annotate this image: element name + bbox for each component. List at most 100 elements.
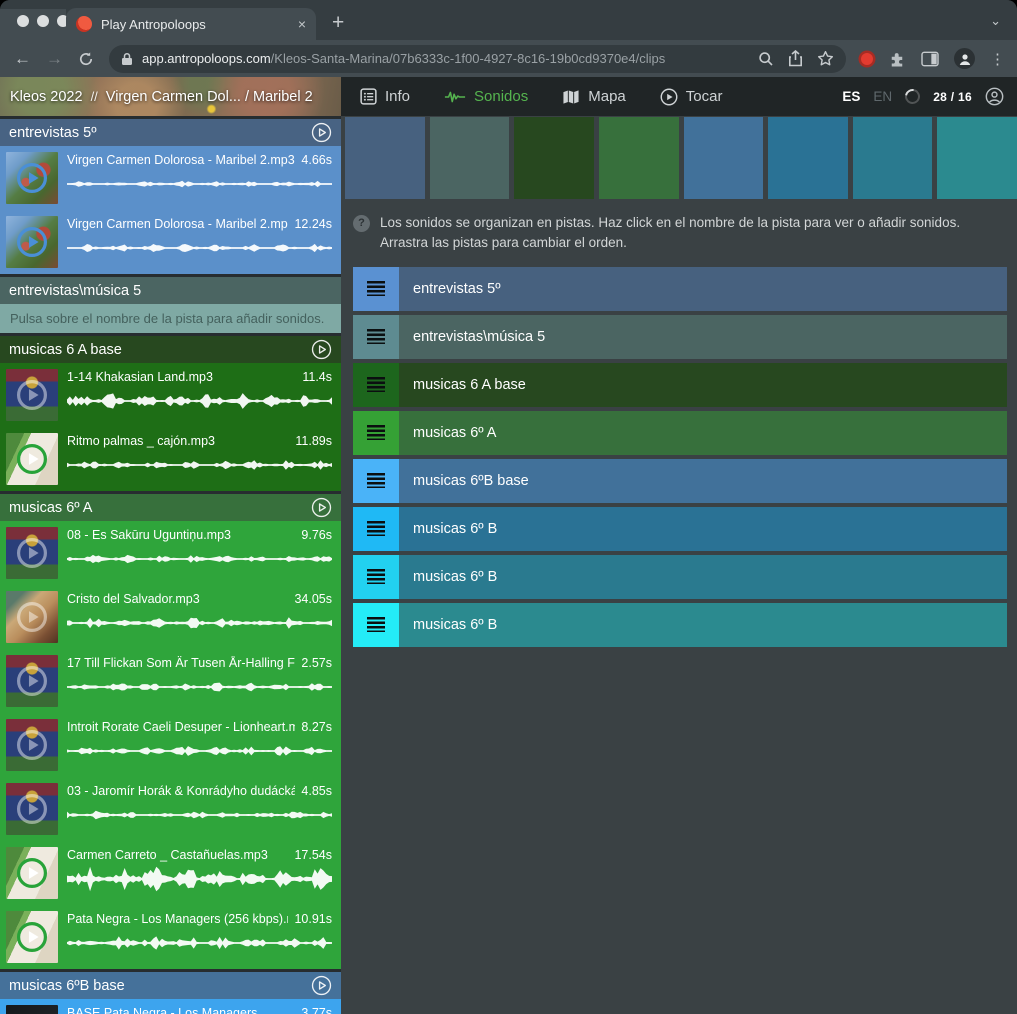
track-row[interactable]: musicas 6ºB base bbox=[353, 459, 1007, 503]
track-row-body[interactable]: musicas 6 A base bbox=[399, 363, 1007, 407]
clip-item[interactable]: Carmen Carreto _ Castañuelas.mp3 17.54s bbox=[0, 841, 341, 905]
close-tab-icon[interactable]: × bbox=[298, 17, 306, 31]
clip-play-icon[interactable] bbox=[6, 911, 58, 963]
track-row-body[interactable]: musicas 6ºB base bbox=[399, 459, 1007, 503]
close-window-button[interactable] bbox=[17, 15, 29, 27]
nav-tab-info[interactable]: Info bbox=[360, 88, 410, 105]
account-icon[interactable] bbox=[985, 87, 1004, 106]
clip-play-icon[interactable] bbox=[6, 433, 58, 485]
track-section-header[interactable]: musicas 6 A base bbox=[0, 336, 341, 363]
address-bar[interactable]: app.antropoloops.com/Kleos-Santa-Marina/… bbox=[109, 45, 846, 73]
clip-item[interactable]: Virgen Carmen Dolorosa - Maribel 2.mp3 1… bbox=[0, 210, 341, 274]
clip-play-icon[interactable] bbox=[6, 655, 58, 707]
clip-waveform bbox=[67, 738, 332, 764]
track-row[interactable]: entrevistas 5º bbox=[353, 267, 1007, 311]
lock-icon[interactable] bbox=[121, 52, 133, 66]
track-row-body[interactable]: musicas 6º B bbox=[399, 555, 1007, 599]
drag-handle[interactable] bbox=[353, 363, 399, 407]
extensions-puzzle-icon[interactable] bbox=[888, 50, 906, 68]
clip-play-icon[interactable] bbox=[6, 783, 58, 835]
clip-item[interactable]: Ritmo palmas _ cajón.mp3 11.89s bbox=[0, 427, 341, 491]
drag-handle[interactable] bbox=[353, 315, 399, 359]
track-color-swatch[interactable] bbox=[937, 117, 1017, 199]
clip-item[interactable]: 03 - Jaromír Horák & Konrádyho dudácká .… bbox=[0, 777, 341, 841]
clip-item[interactable]: Virgen Carmen Dolorosa - Maribel 2.mp3 4… bbox=[0, 146, 341, 210]
track-section-header[interactable]: entrevistas\música 5 bbox=[0, 277, 341, 304]
back-button[interactable]: ← bbox=[14, 50, 31, 67]
clip-play-icon[interactable] bbox=[6, 527, 58, 579]
window-controls[interactable] bbox=[17, 15, 69, 27]
side-panel-icon[interactable] bbox=[921, 51, 939, 67]
minimize-window-button[interactable] bbox=[37, 15, 49, 27]
browser-tab[interactable]: Play Antropoloops × bbox=[66, 8, 316, 40]
track-color-swatch[interactable] bbox=[345, 117, 425, 199]
track-row-body[interactable]: musicas 6º A bbox=[399, 411, 1007, 455]
language-en[interactable]: EN bbox=[873, 89, 892, 104]
track-row[interactable]: musicas 6 A base bbox=[353, 363, 1007, 407]
breadcrumb-path[interactable]: Virgen Carmen Dol... / Maribel 2 bbox=[106, 89, 313, 105]
clip-item[interactable]: Cristo del Salvador.mp3 34.05s bbox=[0, 585, 341, 649]
forward-button[interactable]: → bbox=[46, 50, 63, 67]
track-row[interactable]: musicas 6º B bbox=[353, 555, 1007, 599]
clip-play-icon[interactable] bbox=[6, 719, 58, 771]
zoom-search-icon[interactable] bbox=[758, 51, 774, 67]
nav-tab-tocar[interactable]: Tocar bbox=[660, 88, 723, 106]
share-icon[interactable] bbox=[788, 50, 803, 67]
reload-button[interactable] bbox=[78, 51, 94, 67]
breadcrumb-project[interactable]: Kleos 2022 bbox=[10, 89, 83, 105]
tab-search-chevron-icon[interactable]: ⌄ bbox=[990, 13, 1001, 29]
play-track-button[interactable] bbox=[311, 339, 332, 360]
track-label: musicas 6º A bbox=[413, 425, 496, 441]
track-color-swatch[interactable] bbox=[430, 117, 510, 199]
track-row-body[interactable]: musicas 6º B bbox=[399, 507, 1007, 551]
track-section: entrevistas 5º Virgen Carmen Dolorosa - … bbox=[0, 119, 341, 274]
track-color-swatch[interactable] bbox=[853, 117, 933, 199]
clip-item[interactable]: Introit Rorate Caeli Desuper - Lionheart… bbox=[0, 713, 341, 777]
clip-item[interactable]: BASE Pata Negra - Los Managers 3.77s bbox=[0, 999, 341, 1014]
track-color-swatch[interactable] bbox=[599, 117, 679, 199]
clip-play-icon[interactable] bbox=[6, 216, 58, 268]
clip-item[interactable]: 17 Till Flickan Som Är Tusen År-Halling … bbox=[0, 649, 341, 713]
track-section-header[interactable]: musicas 6ºB base bbox=[0, 972, 341, 999]
track-color-swatch[interactable] bbox=[768, 117, 848, 199]
track-section-header[interactable]: musicas 6º A bbox=[0, 494, 341, 521]
bookmark-star-icon[interactable] bbox=[817, 50, 834, 67]
track-row-body[interactable]: entrevistas\música 5 bbox=[399, 315, 1007, 359]
drag-handle[interactable] bbox=[353, 459, 399, 503]
language-es[interactable]: ES bbox=[842, 89, 860, 104]
breadcrumb[interactable]: Kleos 2022 // Virgen Carmen Dol... / Mar… bbox=[0, 77, 341, 116]
clip-play-icon[interactable] bbox=[6, 591, 58, 643]
clip-item[interactable]: 1-14 Khakasian Land.mp3 11.4s bbox=[0, 363, 341, 427]
track-color-swatch[interactable] bbox=[514, 117, 594, 199]
drag-handle[interactable] bbox=[353, 603, 399, 647]
track-row[interactable]: entrevistas\música 5 bbox=[353, 315, 1007, 359]
clip-play-icon[interactable] bbox=[6, 369, 58, 421]
drag-handle[interactable] bbox=[353, 507, 399, 551]
play-track-button[interactable] bbox=[311, 497, 332, 518]
track-row[interactable]: musicas 6º A bbox=[353, 411, 1007, 455]
clip-item[interactable]: Pata Negra - Los Managers (256 kbps).mp3… bbox=[0, 905, 341, 969]
browser-menu-icon[interactable]: ⋮ bbox=[990, 50, 1005, 68]
drag-handle[interactable] bbox=[353, 267, 399, 311]
drag-handle[interactable] bbox=[353, 411, 399, 455]
play-track-button[interactable] bbox=[311, 122, 332, 143]
clip-play-icon[interactable] bbox=[6, 152, 58, 204]
drag-handle[interactable] bbox=[353, 555, 399, 599]
clip-item[interactable]: 08 - Es Sakūru Uguntiņu.mp3 9.76s bbox=[0, 521, 341, 585]
track-row[interactable]: musicas 6º B bbox=[353, 603, 1007, 647]
new-tab-button[interactable]: + bbox=[332, 12, 344, 33]
track-row-body[interactable]: musicas 6º B bbox=[399, 603, 1007, 647]
profile-avatar[interactable] bbox=[954, 48, 975, 69]
track-color-swatch[interactable] bbox=[684, 117, 764, 199]
clip-play-icon[interactable] bbox=[6, 847, 58, 899]
track-row-body[interactable]: entrevistas 5º bbox=[399, 267, 1007, 311]
toolbar-right-icons: ⋮ bbox=[861, 48, 1005, 69]
play-track-button[interactable] bbox=[311, 975, 332, 996]
track-row[interactable]: musicas 6º B bbox=[353, 507, 1007, 551]
record-extension-icon[interactable] bbox=[861, 53, 873, 65]
nav-tab-sonidos[interactable]: Sonidos bbox=[444, 88, 528, 105]
track-section-header[interactable]: entrevistas 5º bbox=[0, 119, 341, 146]
browser-toolbar: ← → app.antropoloops.com/Kleos-Santa-Mar… bbox=[0, 40, 1017, 77]
nav-tab-mapa[interactable]: Mapa bbox=[562, 88, 626, 105]
clip-play-icon[interactable] bbox=[6, 1005, 58, 1014]
